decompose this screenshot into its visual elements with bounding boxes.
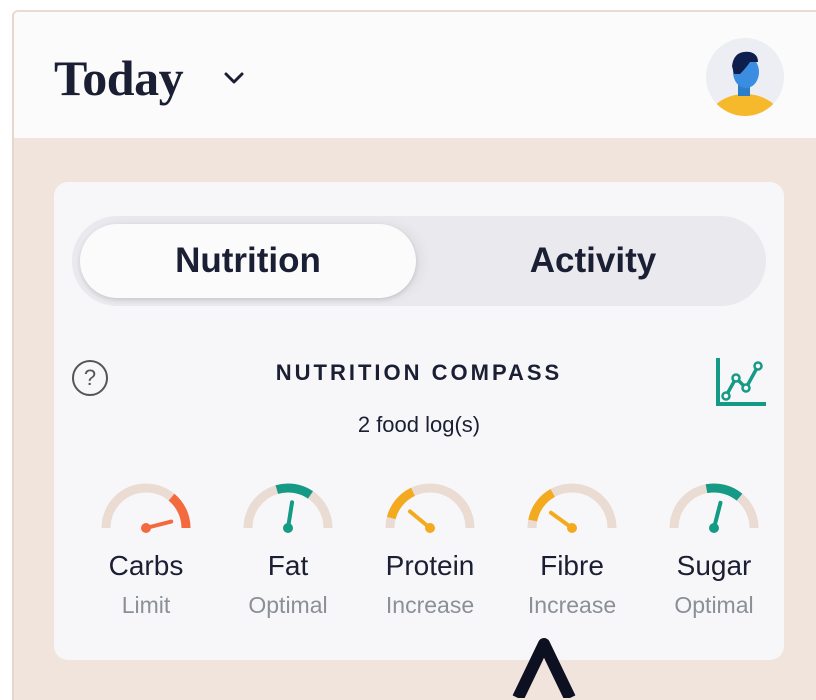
gauge-fill: [386, 487, 416, 520]
gauge-protein-dial: [385, 483, 475, 533]
gauge-carbs-dial: [101, 483, 191, 533]
gauge-hub: [283, 523, 293, 533]
tab-nutrition[interactable]: Nutrition: [80, 224, 416, 298]
gauge-fibre[interactable]: Fibre Increase: [502, 478, 642, 628]
gauge-label: Protein: [385, 550, 475, 581]
gauge-fat[interactable]: Fat Optimal: [218, 478, 358, 628]
gauge-carbs[interactable]: Carbs Limit: [76, 478, 216, 628]
gauge-hub: [567, 523, 577, 533]
gauge-label: Carbs: [108, 550, 184, 581]
trend-chart-icon[interactable]: [714, 356, 768, 410]
gauge-label: Sugar: [676, 550, 752, 581]
gauge-fill: [705, 483, 743, 501]
chevron-down-icon[interactable]: [222, 70, 246, 86]
gauge-hub: [709, 523, 719, 533]
tab-switcher: Nutrition Activity: [72, 216, 766, 306]
gauge-sugar[interactable]: Sugar Optimal: [644, 478, 784, 628]
gauge-status: Optimal: [674, 592, 754, 618]
gauge-hub: [425, 523, 435, 533]
gauge-fill: [275, 483, 314, 499]
gauge-status: Optimal: [248, 592, 328, 618]
nutrition-card: Nutrition Activity ? NUTRITION COMPASS 2…: [54, 182, 784, 660]
app-window: Today Nutrition Activity ? NUTRITION COM…: [12, 10, 816, 700]
gauge-status: Increase: [527, 592, 617, 618]
gauge-fill: [528, 489, 556, 522]
section-title: NUTRITION COMPASS: [275, 360, 563, 385]
gauge-status: Limit: [121, 592, 171, 618]
food-log-count: 2 food log(s): [357, 412, 481, 437]
user-avatar-icon[interactable]: [706, 38, 784, 116]
date-selector-title[interactable]: Today: [54, 50, 184, 106]
gauge-status: Increase: [385, 592, 475, 618]
gauge-track: [101, 483, 191, 529]
gauge-label: Fibre: [540, 550, 604, 581]
top-header: Today: [14, 12, 816, 138]
gauge-fat-dial: [243, 483, 333, 533]
gauge-protein[interactable]: Protein Increase: [360, 478, 500, 628]
gauge-label: Fat: [267, 550, 309, 581]
gauge-fill: [168, 493, 191, 529]
gauge-hub: [141, 523, 151, 533]
gauge-fibre-dial: [527, 483, 617, 533]
tab-activity[interactable]: Activity: [428, 224, 758, 298]
gauge-sugar-dial: [669, 483, 759, 533]
pointer-arrow-icon: [512, 638, 576, 698]
